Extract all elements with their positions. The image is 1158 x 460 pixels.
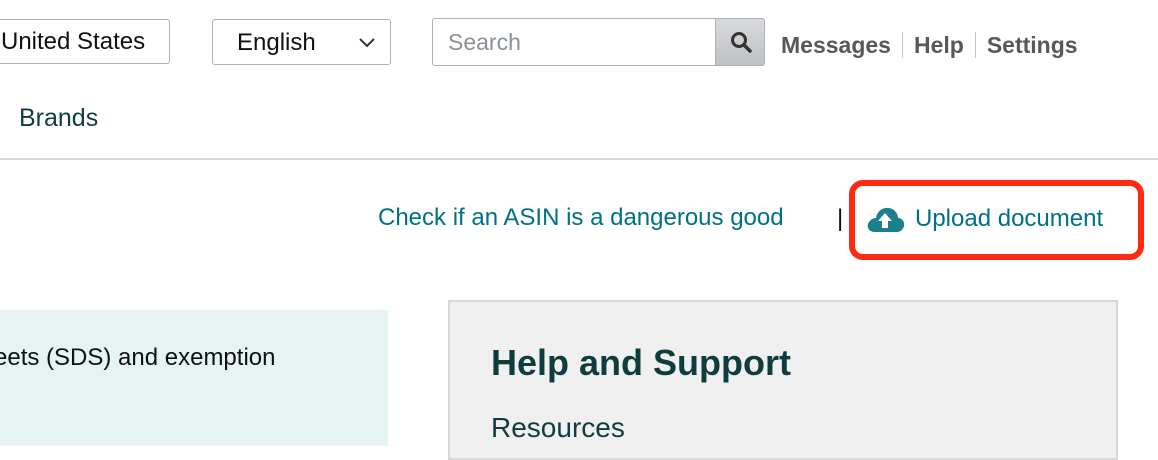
help-link[interactable]: Help xyxy=(914,32,964,59)
upload-document-link[interactable]: Upload document xyxy=(865,205,1103,233)
upload-document-label: Upload document xyxy=(915,205,1104,232)
info-panel: eets (SDS) and exemption xyxy=(0,310,388,446)
messages-link[interactable]: Messages xyxy=(781,32,891,59)
cloud-upload-icon xyxy=(867,207,905,232)
language-selected-value: English xyxy=(237,29,316,56)
search-bar xyxy=(432,18,765,66)
nav-item-brands[interactable]: Brands xyxy=(19,104,98,133)
language-select[interactable]: English xyxy=(212,19,391,65)
check-asin-link[interactable]: Check if an ASIN is a dangerous good xyxy=(378,204,784,232)
link-separator xyxy=(901,32,903,58)
help-support-title: Help and Support xyxy=(491,342,791,383)
link-separator xyxy=(974,32,976,58)
info-panel-text: eets (SDS) and exemption xyxy=(0,344,276,371)
action-separator: | xyxy=(837,205,844,232)
search-button[interactable] xyxy=(715,18,765,66)
help-support-panel: Help and Support Resources xyxy=(448,300,1118,460)
resources-heading: Resources xyxy=(491,412,625,443)
chevron-down-icon xyxy=(359,38,375,48)
country-selector-button[interactable]: United States xyxy=(0,19,170,64)
header-divider xyxy=(0,158,1158,160)
settings-link[interactable]: Settings xyxy=(987,32,1078,59)
search-input[interactable] xyxy=(432,18,715,66)
header-links: Messages Help Settings xyxy=(781,30,1078,60)
magnifier-icon xyxy=(731,32,752,53)
